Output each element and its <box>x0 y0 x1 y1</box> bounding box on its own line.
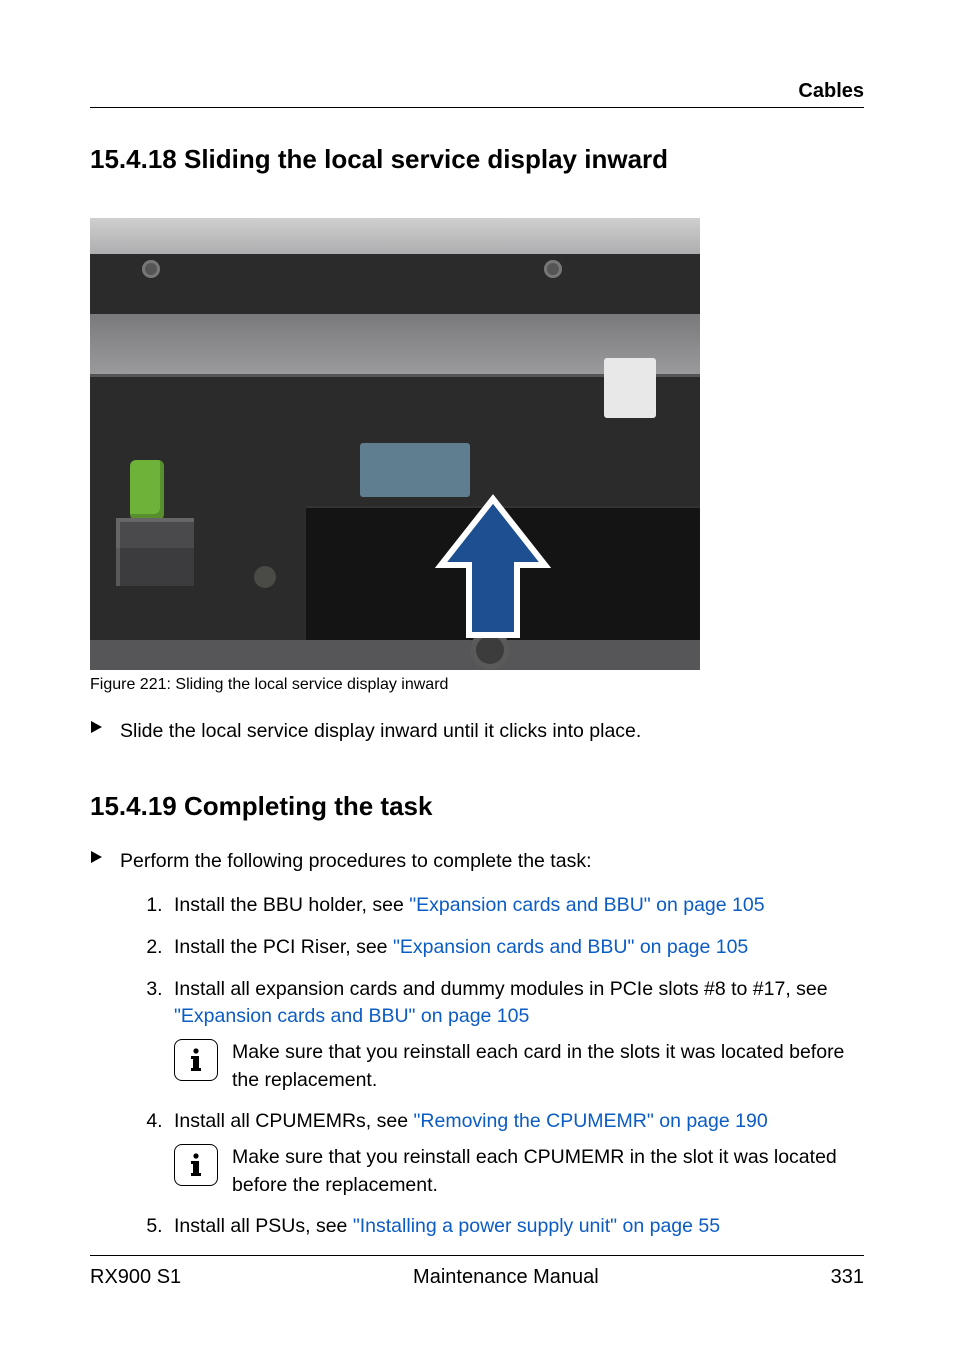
triangle-bullet-icon <box>90 718 104 734</box>
step-text: Install all PSUs, see <box>174 1215 353 1237</box>
section-title: Completing the task <box>184 791 432 821</box>
action-bullet: Perform the following procedures to comp… <box>90 848 864 1255</box>
footer-rule <box>90 1255 864 1256</box>
footer-right: 331 <box>831 1266 864 1289</box>
note-text: Make sure that you reinstall each CPUMEM… <box>232 1144 864 1199</box>
section-number: 15.4.19 <box>90 791 177 821</box>
triangle-bullet-icon <box>90 848 104 864</box>
figure-caption: Figure 221: Sliding the local service di… <box>90 676 864 694</box>
list-item: Install the PCI Riser, see "Expansion ca… <box>168 934 864 962</box>
info-note: Make sure that you reinstall each CPUMEM… <box>174 1144 864 1199</box>
header-category: Cables <box>798 80 864 103</box>
note-text: Make sure that you reinstall each card i… <box>232 1039 864 1094</box>
header-rule <box>90 107 864 108</box>
section-title: Sliding the local service display inward <box>184 144 668 174</box>
manual-page: Cables 15.4.18 Sliding the local service… <box>0 0 954 1349</box>
xref-link[interactable]: "Expansion cards and BBU" on page 105 <box>393 936 748 958</box>
xref-link[interactable]: "Installing a power supply unit" on page… <box>353 1215 720 1237</box>
list-item: Install the BBU holder, see "Expansion c… <box>168 892 864 920</box>
steps-list: Install the BBU holder, see "Expansion c… <box>120 892 864 1241</box>
step-text: Install all CPUMEMRs, see <box>174 1110 413 1132</box>
xref-link[interactable]: "Expansion cards and BBU" on page 105 <box>409 894 764 916</box>
info-note: Make sure that you reinstall each card i… <box>174 1039 864 1094</box>
step-text: Install the BBU holder, see <box>174 894 409 916</box>
section-heading-2: 15.4.19 Completing the task <box>90 791 864 822</box>
list-item: Install all CPUMEMRs, see "Removing the … <box>168 1108 864 1199</box>
figure-number: 221 <box>140 676 167 693</box>
page-footer: RX900 S1 Maintenance Manual 331 <box>90 1255 864 1289</box>
xref-link[interactable]: "Removing the CPUMEMR" on page 190 <box>413 1110 767 1132</box>
page-header: Cables <box>90 80 864 107</box>
list-item: Install all expansion cards and dummy mo… <box>168 976 864 1095</box>
info-icon <box>174 1039 218 1081</box>
figure-caption-text: Sliding the local service display inward <box>175 676 448 693</box>
section-heading-1: 15.4.18 Sliding the local service displa… <box>90 144 864 175</box>
action-bullet: Slide the local service display inward u… <box>90 718 864 746</box>
list-item: Install all PSUs, see "Installing a powe… <box>168 1213 864 1241</box>
step-text: Install all expansion cards and dummy mo… <box>174 978 828 1000</box>
lead-text: Perform the following procedures to comp… <box>120 848 864 876</box>
figure-image <box>90 218 700 670</box>
info-icon <box>174 1144 218 1186</box>
footer-left: RX900 S1 <box>90 1266 181 1289</box>
spacer <box>90 201 864 218</box>
step-text: Install the PCI Riser, see <box>174 936 393 958</box>
spacer <box>90 774 864 791</box>
section-number: 15.4.18 <box>90 144 177 174</box>
arrow-up-icon <box>428 488 558 648</box>
footer-center: Maintenance Manual <box>413 1266 599 1289</box>
xref-link[interactable]: "Expansion cards and BBU" on page 105 <box>174 1005 529 1027</box>
action-text: Slide the local service display inward u… <box>120 718 864 746</box>
